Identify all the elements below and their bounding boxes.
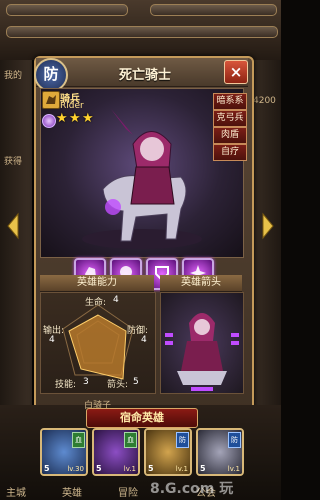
star-icon: ★ [82,111,94,126]
rank-orb-icon [42,114,56,128]
status-bar-3 [6,26,278,38]
close-button[interactable]: × [224,60,248,84]
role-badge: 血 [72,432,85,448]
tab-adventure[interactable]: 冒险 [118,484,138,499]
fate-hero-card[interactable]: 血 5 lv.30 [40,428,88,476]
fate-hero-star: 5 [200,464,206,473]
bg-label-gain: 获得 [4,157,23,167]
prev-hero-arrow-icon[interactable] [6,212,20,240]
hero-arrow-box [160,292,244,394]
top-status-area [0,0,281,60]
hero-name-title: 死亡骑士 [118,68,171,83]
fate-hero-star: 5 [148,464,154,473]
next-hero-arrow-icon[interactable] [261,212,275,240]
fate-hero-level: lv.1 [227,465,240,473]
tab-hero[interactable]: 英雄 [62,484,82,499]
hero-ability-header: 英雄能力 [40,275,154,292]
skill-stat-label: 技能: [55,380,77,390]
fate-hero-level: lv.1 [175,465,188,473]
ability-radar-box: 生命: 4 输出: 4 防御: 4 技能: 3 箭头: 5 [40,292,156,394]
def-value: 4 [141,335,147,345]
hero-arrow-header: 英雄箭头 [160,275,242,292]
fate-hero-card[interactable]: 防 5 lv.1 [196,428,244,476]
atk-value: 4 [49,335,55,345]
role-badge: 防 [228,432,241,448]
role-badge: 血 [124,432,137,448]
cavalry-class-icon [42,91,60,109]
arrow-stat-label: 箭头: [107,380,129,390]
star-icon: ★ [69,111,81,126]
hp-value: 4 [113,295,119,305]
trait-tag: 自疗 [213,144,247,161]
fate-hero-star: 5 [96,464,102,473]
tab-main-city[interactable]: 主城 [6,484,26,499]
skill-stat-value: 3 [83,377,89,387]
status-bar-1 [6,4,128,16]
left-background-column: 我的 获得 [0,60,32,440]
trait-tag: 克弓兵 [213,110,247,127]
arrow-hero-image [165,313,239,391]
fate-heroes-banner: 宿命英雄 [86,408,198,428]
bg-label-mine: 我的 [4,71,23,81]
fate-hero-card[interactable]: 血 5 lv.1 [92,428,140,476]
hp-label: 生命: [85,298,107,308]
trait-tag: 肉盾 [213,127,247,144]
fate-hero-card[interactable]: 防 5 lv.1 [144,428,192,476]
status-bar-2 [150,4,277,16]
role-badge: 防 [176,432,189,448]
fate-hero-star: 5 [44,464,50,473]
class-name-en: Rider [60,101,84,111]
bg-label-number: 4200 [253,96,276,106]
watermark-logo: 8.G.com 玩 [150,481,234,497]
fate-hero-level: lv.1 [123,465,136,473]
trait-tag: 暗系系 [213,93,247,110]
star-icon: ★ [56,111,68,126]
fate-hero-level: lv.30 [67,465,84,473]
arrow-stat-value: 5 [133,377,139,387]
defense-type-badge: 防 [34,58,68,92]
